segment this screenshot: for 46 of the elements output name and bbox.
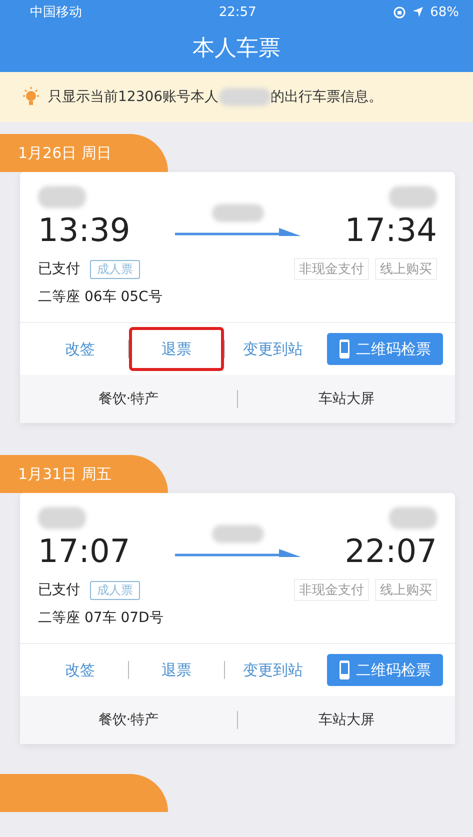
action-button[interactable]: 改签 [32, 648, 128, 692]
arrow-icon [174, 547, 300, 559]
redaction-blur [38, 186, 86, 208]
info-tag: 线上购买 [375, 258, 437, 280]
qr-check-button[interactable]: 二维码检票 [327, 333, 444, 365]
info-tag: 线上购买 [375, 579, 437, 601]
notice-text: 的出行车票信息。 [270, 88, 383, 106]
seat-info: 二等座 06车 05C号 [38, 288, 164, 306]
redaction-blur [212, 525, 264, 543]
ticket-type-tag: 成人票 [90, 580, 140, 600]
action-button[interactable]: 退票 [128, 327, 224, 371]
seat-info: 二等座 07车 07D号 [38, 609, 164, 627]
clock-text: 22:57 [218, 4, 256, 20]
info-tag: 非现金支付 [294, 579, 369, 601]
battery-text: 68% [430, 4, 459, 20]
redaction-blur [212, 204, 264, 222]
page-title: 本人车票 [192, 35, 280, 63]
action-button[interactable]: 变更到站 [225, 327, 322, 371]
arrival-time: 22:07 [344, 533, 437, 569]
action-button[interactable]: 退票 [128, 648, 224, 692]
departure-time: 13:39 [38, 212, 130, 248]
service-link[interactable]: 车站大屏 [318, 712, 374, 728]
departure-time: 17:07 [38, 533, 130, 569]
redaction-blur [389, 507, 437, 529]
payment-status: 已支付 [38, 260, 80, 278]
phone-icon [339, 339, 350, 359]
rotation-lock-icon [393, 6, 406, 18]
phone-icon [339, 660, 350, 680]
location-arrow-icon [412, 6, 424, 18]
qr-check-button[interactable]: 二维码检票 [327, 654, 444, 686]
arrival-time: 17:34 [344, 212, 437, 248]
service-link[interactable]: 餐饮·特产 [98, 712, 159, 728]
action-button[interactable]: 变更到站 [225, 648, 322, 692]
lightbulb-icon [22, 87, 40, 107]
service-link[interactable]: 餐饮·特产 [98, 391, 159, 407]
info-tag: 非现金支付 [294, 258, 369, 280]
ticket-type-tag: 成人票 [90, 260, 140, 278]
redaction-blur [38, 507, 86, 529]
carrier-text: 中国移动 [30, 4, 82, 21]
service-link[interactable]: 车站大屏 [318, 391, 374, 407]
arrow-icon [174, 226, 300, 238]
redaction-blur [389, 186, 437, 208]
action-button[interactable]: 改签 [32, 327, 128, 371]
notice-text: 只显示当前12306账号本人 [48, 88, 219, 106]
payment-status: 已支付 [38, 581, 80, 599]
redaction-blur [218, 88, 271, 106]
